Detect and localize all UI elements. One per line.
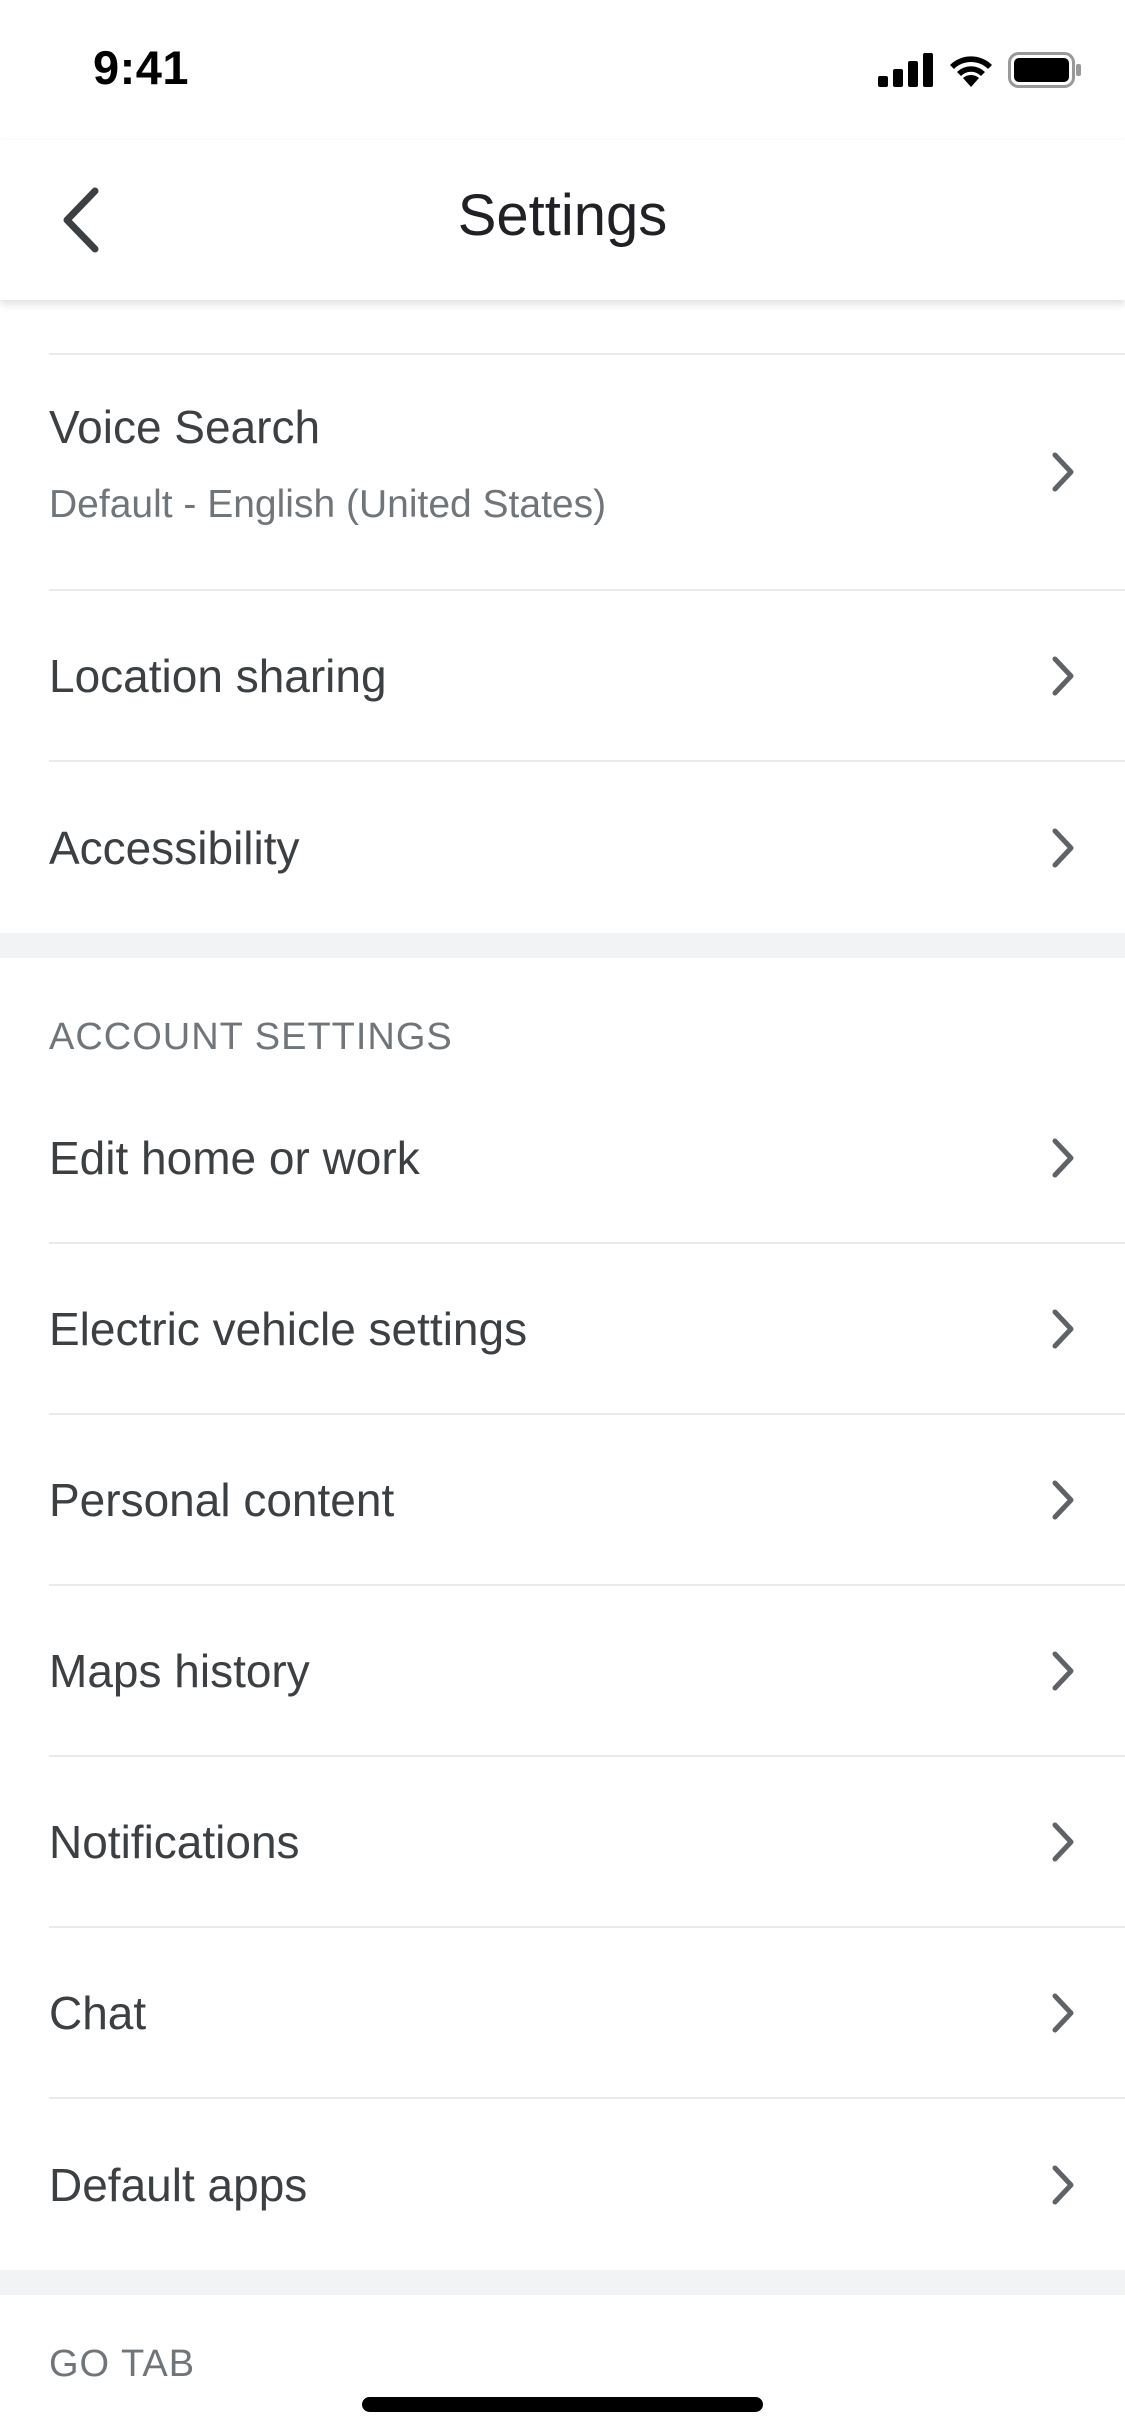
- row-label: Maps history: [49, 1644, 310, 1697]
- general-section: Voice Search Default - English (United S…: [0, 300, 1125, 933]
- status-time: 9:41: [93, 41, 190, 94]
- partially-hidden-row: [49, 300, 1125, 355]
- chevron-right-icon: [1052, 452, 1074, 492]
- row-label: Default apps: [49, 2158, 308, 2211]
- row-label: Accessibility: [49, 821, 300, 874]
- maps-history-row[interactable]: Maps history: [49, 1586, 1125, 1757]
- row-label: Notifications: [49, 1815, 300, 1868]
- home-indicator[interactable]: [362, 2397, 763, 2412]
- chevron-right-icon: [1052, 1651, 1074, 1690]
- chevron-right-icon: [1052, 656, 1074, 695]
- accessibility-row[interactable]: Accessibility: [49, 762, 1125, 933]
- default-apps-row[interactable]: Default apps: [49, 2099, 1125, 2270]
- voice-search-row[interactable]: Voice Search Default - English (United S…: [49, 355, 1125, 591]
- settings-screen: 9:41 Settings Voice Search Default - Eng…: [0, 0, 1125, 2436]
- chevron-right-icon: [1052, 1138, 1074, 1177]
- section-divider: [0, 2270, 1125, 2295]
- row-label: Edit home or work: [49, 1131, 420, 1184]
- chevron-right-icon: [1052, 828, 1074, 867]
- electric-vehicle-settings-row[interactable]: Electric vehicle settings: [49, 1244, 1125, 1415]
- chat-row[interactable]: Chat: [49, 1928, 1125, 2099]
- battery-icon: [1008, 52, 1082, 88]
- personal-content-row[interactable]: Personal content: [49, 1415, 1125, 1586]
- section-divider: [0, 933, 1125, 958]
- status-icons: [878, 50, 1082, 90]
- chevron-right-icon: [1052, 1309, 1074, 1348]
- chevron-right-icon: [1052, 1822, 1074, 1861]
- section-header: ACCOUNT SETTINGS: [49, 1016, 453, 1058]
- notifications-row[interactable]: Notifications: [49, 1757, 1125, 1928]
- page-title: Settings: [457, 183, 668, 248]
- settings-list[interactable]: Voice Search Default - English (United S…: [0, 300, 1125, 2419]
- edit-home-or-work-row[interactable]: Edit home or work: [49, 1073, 1125, 1244]
- wifi-icon: [948, 53, 994, 87]
- row-label: Electric vehicle settings: [49, 1302, 528, 1355]
- row-label: Chat: [49, 1986, 147, 2039]
- chevron-right-icon: [1052, 2165, 1074, 2204]
- row-label: Personal content: [49, 1473, 395, 1526]
- chevron-right-icon: [1052, 1480, 1074, 1519]
- location-sharing-row[interactable]: Location sharing: [49, 591, 1125, 762]
- row-label: Voice Search: [49, 401, 321, 453]
- top-app-bar: Settings: [0, 140, 1125, 300]
- account-settings-section: ACCOUNT SETTINGS Edit home or work Elect…: [0, 958, 1125, 2270]
- cellular-signal-icon: [878, 53, 934, 87]
- chevron-right-icon: [1052, 1993, 1074, 2032]
- status-bar: 9:41: [0, 0, 1125, 140]
- row-subtitle: Default - English (United States): [49, 483, 607, 526]
- row-label: Location sharing: [49, 649, 387, 702]
